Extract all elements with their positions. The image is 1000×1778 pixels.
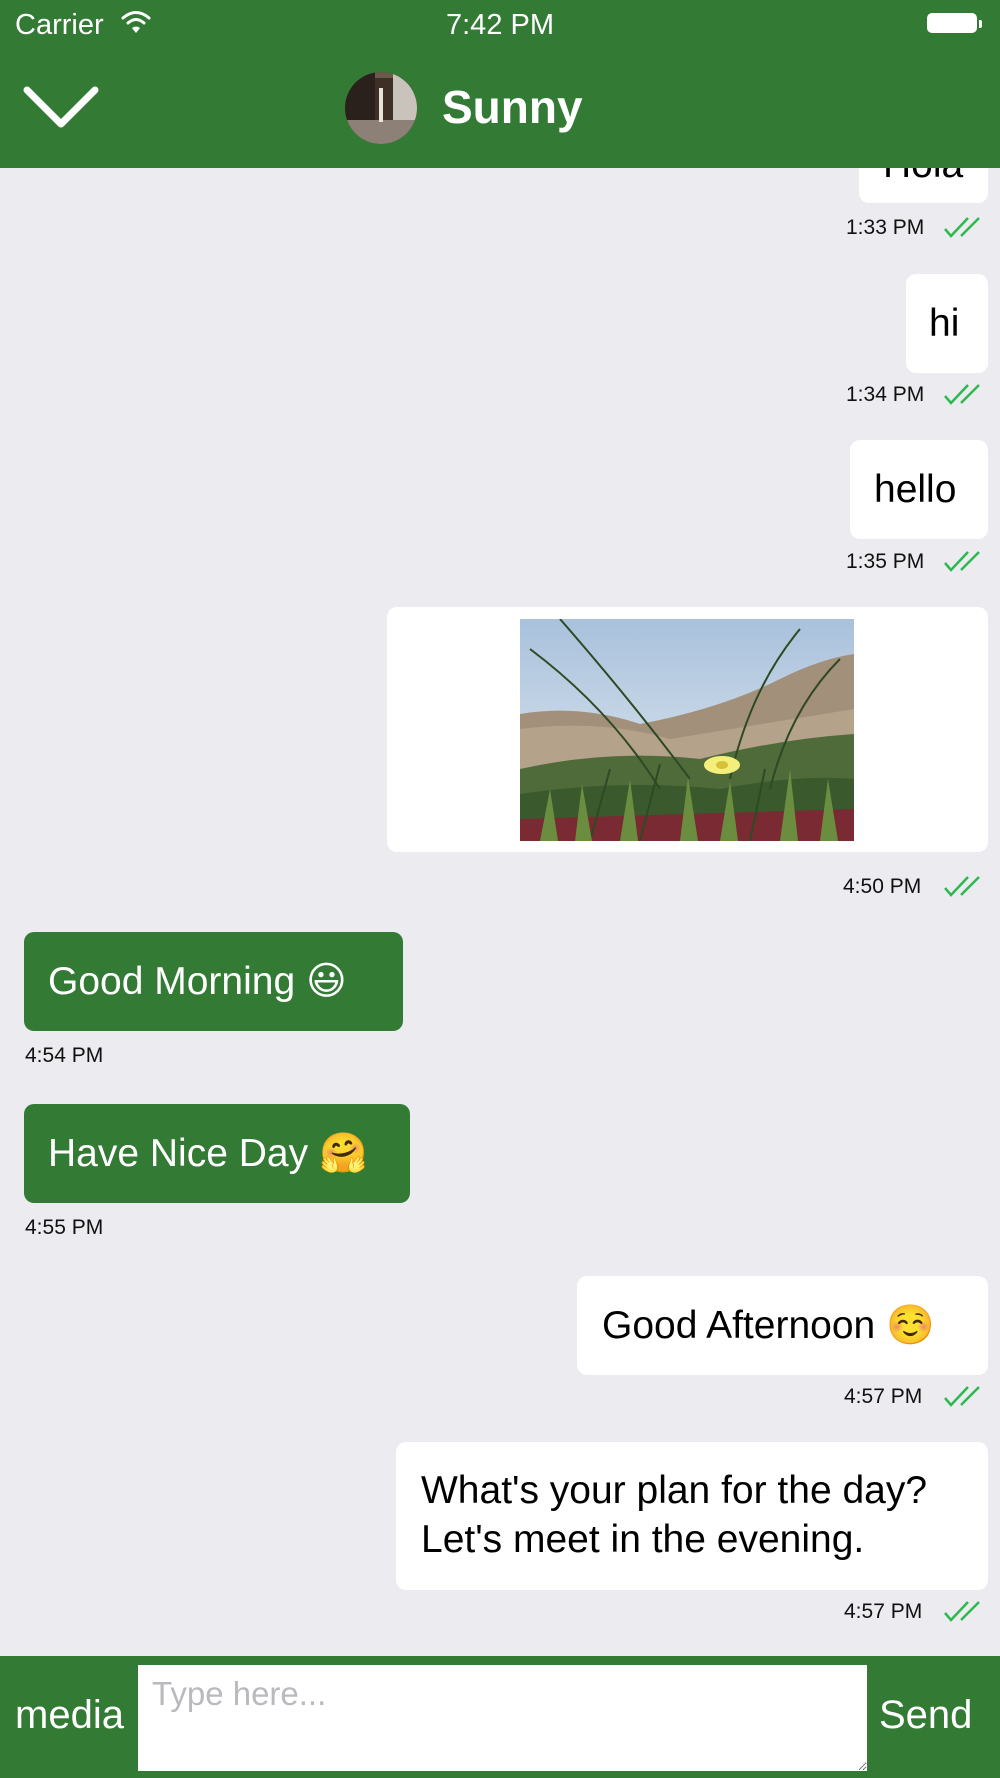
battery-icon bbox=[927, 13, 982, 35]
hugging-face-emoji: 🤗 bbox=[318, 1131, 368, 1176]
message-list[interactable]: Hola 1:33 PM hi 1:34 PM hello 1:35 PM bbox=[0, 168, 1000, 1656]
avatar[interactable] bbox=[345, 72, 417, 144]
send-button[interactable]: Send bbox=[879, 1693, 972, 1738]
grinning-face-emoji: 😃 bbox=[305, 959, 347, 1004]
chevron-down-icon[interactable] bbox=[22, 84, 100, 130]
message-time: 1:33 PM bbox=[846, 216, 925, 239]
outgoing-message[interactable]: Good Afternoon ☺️ bbox=[577, 1276, 988, 1375]
message-text: hello bbox=[874, 468, 957, 511]
chat-header: Sunny bbox=[0, 50, 1000, 168]
message-input[interactable] bbox=[138, 1665, 867, 1771]
outgoing-message[interactable]: What's your plan for the day? Let's meet… bbox=[396, 1442, 988, 1590]
message-time: 4:57 PM bbox=[844, 1600, 923, 1623]
outgoing-image-message[interactable] bbox=[387, 607, 988, 852]
message-time: 1:35 PM bbox=[846, 550, 925, 573]
contact-name: Sunny bbox=[442, 81, 583, 133]
status-bar: Carrier 7:42 PM bbox=[0, 0, 1000, 50]
message-text-line: Let's meet in the evening. bbox=[421, 1518, 865, 1561]
smiling-face-emoji: ☺️ bbox=[886, 1303, 935, 1348]
message-composer: media Send bbox=[0, 1656, 1000, 1778]
read-ticks-icon bbox=[944, 551, 980, 572]
read-ticks-icon bbox=[944, 876, 980, 897]
outgoing-message[interactable]: hi bbox=[906, 274, 988, 373]
message-time: 4:57 PM bbox=[844, 1385, 923, 1408]
message-time: 4:55 PM bbox=[25, 1216, 104, 1239]
incoming-message[interactable]: Good Morning 😃 bbox=[24, 932, 403, 1031]
read-ticks-icon bbox=[944, 1386, 980, 1407]
message-text: Hola bbox=[883, 168, 963, 186]
read-ticks-icon bbox=[944, 217, 980, 238]
read-ticks-icon bbox=[944, 1601, 980, 1622]
message-text-line: What's your plan for the day? bbox=[421, 1469, 928, 1512]
message-text: hi bbox=[929, 302, 960, 345]
media-button[interactable]: media bbox=[15, 1693, 124, 1738]
message-photo[interactable] bbox=[520, 619, 854, 841]
outgoing-message[interactable]: hello bbox=[850, 440, 988, 539]
message-time: 4:50 PM bbox=[843, 875, 922, 898]
outgoing-message[interactable]: Hola bbox=[859, 168, 988, 203]
incoming-message[interactable]: Have Nice Day 🤗 bbox=[24, 1104, 410, 1203]
status-time: 7:42 PM bbox=[446, 9, 554, 41]
message-time: 4:54 PM bbox=[25, 1044, 104, 1067]
message-text: Good Afternoon bbox=[602, 1304, 876, 1347]
message-time: 1:34 PM bbox=[846, 383, 925, 406]
read-ticks-icon bbox=[944, 384, 980, 405]
message-text: Good Morning bbox=[48, 960, 296, 1003]
message-text: Have Nice Day bbox=[48, 1132, 309, 1175]
